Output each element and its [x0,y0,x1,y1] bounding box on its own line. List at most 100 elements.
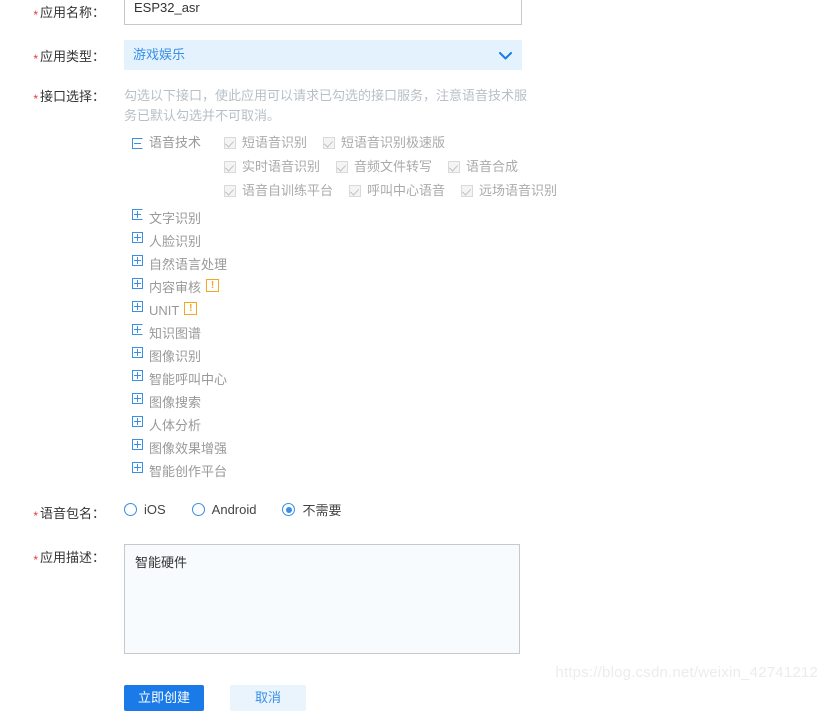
checkbox-self-training-platform[interactable]: 语音自训练平台 [224,181,333,201]
description-label-text: 应用描述： [39,550,105,565]
voice-package-radio-group: iOS Android 不需要 [124,500,826,519]
checkbox-box[interactable] [224,185,236,197]
checkbox-label: 音频文件转写 [354,159,433,174]
checkbox-speech-synthesis[interactable]: 语音合成 [448,157,518,177]
description-textarea[interactable] [124,544,520,654]
required-marker: * [33,509,38,523]
api-group-label: 智能呼叫中心 [149,372,228,387]
form-actions: 立即创建 取消 [124,685,826,711]
api-selection-label: * 接口选择： [0,86,105,106]
api-group-knowledge-graph[interactable]: 知识图谱 [132,324,826,344]
chevron-down-icon[interactable] [498,40,512,70]
form-row-description: * 应用描述： [0,544,826,657]
api-group-label: 图像效果增强 [149,441,228,456]
api-group-voice-tech-children: 短语音识别 短语音识别极速版 实时语音识别 音频文件转写 语音合成 语音自训练平… [224,133,573,205]
plus-square-icon[interactable] [132,209,143,220]
api-group-content-moderation[interactable]: 内容审核 ! [132,278,826,298]
api-group-label: 智能创作平台 [149,464,228,479]
radio-android[interactable]: Android [191,502,256,517]
api-group-smart-creation-platform[interactable]: 智能创作平台 [132,462,826,482]
plus-square-icon[interactable] [132,416,143,427]
required-marker: * [33,8,38,22]
api-collapsed-groups: 文字识别 人脸识别 自然语言处理 内容审核 ! UNIT ! 知识图谱 图像识别… [132,209,826,482]
checkbox-call-center-voice[interactable]: 呼叫中心语音 [349,181,445,201]
checkbox-row: 实时语音识别 音频文件转写 语音合成 [224,157,573,177]
radio-ios[interactable]: iOS [124,502,166,517]
radio-circle-selected-icon[interactable] [282,503,296,516]
radio-circle-icon[interactable] [191,503,205,516]
checkbox-label: 远场语音识别 [479,183,558,198]
app-type-label: * 应用类型： [0,46,105,66]
form-row-api-selection: * 接口选择： 勾选以下接口，使此应用可以请求已勾选的接口服务，注意语音技术服务已… [0,86,826,482]
plus-square-icon[interactable] [132,324,143,335]
warning-icon[interactable]: ! [184,302,198,315]
api-selection-hint: 勾选以下接口，使此应用可以请求已勾选的接口服务，注意语音技术服务已默认勾选并不可… [124,88,528,123]
create-app-form: *应用名称： *应用类型： 游戏娱乐 *接口选择： 勾选以 [0,0,826,711]
checkbox-far-field-recognition[interactable]: 远场语音识别 [461,181,557,201]
description-label: * 应用描述： [0,547,105,567]
radio-not-needed[interactable]: 不需要 [282,500,342,519]
api-group-unit[interactable]: UNIT ! [132,301,826,321]
plus-square-icon[interactable] [132,370,143,381]
form-row-voice-package: * 语音包名： iOS Android 不需要 [0,500,826,524]
form-row-app-type: * 应用类型： 游戏娱乐 [0,40,826,70]
minus-square-icon[interactable] [132,137,143,149]
checkbox-box[interactable] [224,137,236,149]
voice-package-label-text: 语音包名： [39,506,105,521]
api-group-voice-tech: 语音技术 短语音识别 短语音识别极速版 实时语音识别 音频文件转写 语音合成 语… [132,133,826,205]
checkbox-box[interactable] [336,161,349,173]
checkbox-label: 语音自训练平台 [242,183,334,198]
checkbox-realtime-speech[interactable]: 实时语音识别 [224,157,320,177]
app-type-selected-value: 游戏娱乐 [133,47,186,62]
radio-label: 不需要 [302,503,342,518]
checkbox-label: 语音合成 [466,159,519,174]
plus-square-icon[interactable] [132,232,143,243]
create-now-button[interactable]: 立即创建 [124,685,205,711]
api-group-voice-tech-label: 语音技术 [149,135,202,150]
api-group-label: 图像识别 [149,349,202,364]
warning-icon[interactable]: ! [206,279,220,292]
voice-package-label: * 语音包名： [0,503,105,523]
api-group-image-enhancement[interactable]: 图像效果增强 [132,439,826,459]
api-group-label: 文字识别 [149,211,202,226]
plus-square-icon[interactable] [132,255,143,266]
checkbox-short-speech-pro[interactable]: 短语音识别极速版 [323,133,445,153]
api-group-label: 人脸识别 [149,234,202,249]
api-group-nlp[interactable]: 自然语言处理 [132,255,826,275]
api-group-image-recognition[interactable]: 图像识别 [132,347,826,367]
plus-square-icon[interactable] [132,439,143,450]
api-group-label: 人体分析 [149,418,202,433]
api-selection-label-text: 接口选择： [39,89,105,104]
api-group-image-search[interactable]: 图像搜索 [132,393,826,413]
checkbox-short-speech[interactable]: 短语音识别 [224,133,307,153]
api-group-label: 自然语言处理 [149,257,228,272]
plus-square-icon[interactable] [132,301,143,312]
plus-square-icon[interactable] [132,393,143,404]
cancel-button[interactable]: 取消 [230,685,307,711]
app-type-select[interactable]: 游戏娱乐 [124,40,522,70]
api-group-face-recognition[interactable]: 人脸识别 [132,232,826,252]
checkbox-box[interactable] [224,161,236,173]
checkbox-audio-file-transcribe[interactable]: 音频文件转写 [336,157,432,177]
api-group-voice-tech-head[interactable]: 语音技术 [132,133,224,153]
checkbox-label: 实时语音识别 [242,159,321,174]
radio-circle-icon[interactable] [124,503,137,516]
app-name-input[interactable] [124,0,522,25]
api-group-smart-call-center[interactable]: 智能呼叫中心 [132,370,826,390]
checkbox-box[interactable] [448,161,461,173]
api-group-text-recognition[interactable]: 文字识别 [132,209,826,229]
checkbox-row: 短语音识别 短语音识别极速版 [224,133,573,153]
app-type-label-text: 应用类型： [39,49,105,64]
plus-square-icon[interactable] [132,462,143,473]
voice-package-field-wrap: iOS Android 不需要 [124,500,826,519]
plus-square-icon[interactable] [132,347,143,358]
api-group-body-analysis[interactable]: 人体分析 [132,416,826,436]
checkbox-label: 短语音识别极速版 [341,135,446,150]
checkbox-box[interactable] [349,185,362,197]
app-type-field-wrap: 游戏娱乐 [124,40,826,70]
plus-square-icon[interactable] [132,278,143,289]
api-group-label: 图像搜索 [149,395,202,410]
checkbox-box[interactable] [461,185,474,197]
checkbox-box[interactable] [323,137,336,149]
app-name-label-text: 应用名称： [39,5,105,20]
